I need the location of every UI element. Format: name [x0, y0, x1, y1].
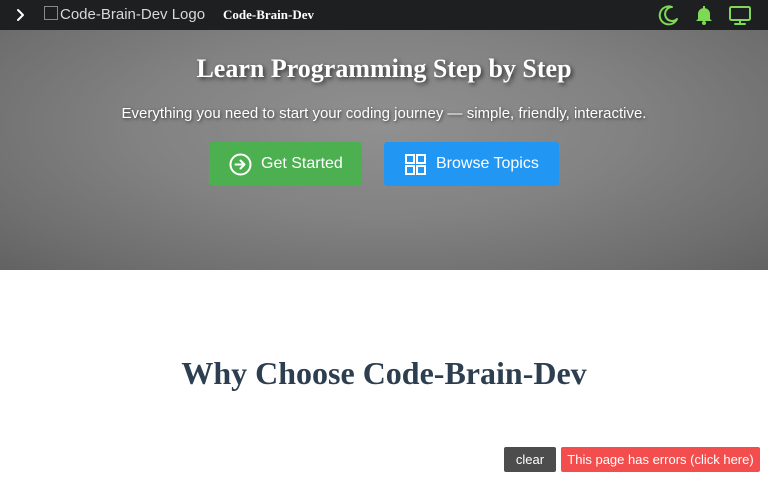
page-errors-button[interactable]: This page has errors (click here) — [561, 447, 760, 472]
top-navbar: Code-Brain-Dev Logo Code-Brain-Dev — [0, 0, 768, 30]
section-heading: Why Choose Code-Brain-Dev — [181, 355, 587, 391]
bell-icon[interactable] — [692, 4, 716, 26]
hero-subtitle: Everything you need to start your coding… — [121, 105, 647, 122]
brand-name[interactable]: Code-Brain-Dev — [223, 7, 314, 23]
hero-title: Learn Programming Step by Step — [196, 54, 572, 83]
browse-topics-button[interactable]: Browse Topics — [384, 142, 559, 186]
monitor-icon[interactable] — [728, 4, 752, 26]
moon-icon[interactable] — [656, 4, 680, 26]
get-started-button[interactable]: Get Started — [209, 142, 362, 186]
arrow-circle-right-icon — [229, 153, 252, 175]
broken-image-icon — [44, 6, 58, 20]
logo-alt-text: Code-Brain-Dev Logo — [60, 6, 206, 23]
get-started-label: Get Started — [261, 155, 343, 172]
logo-image[interactable]: Code-Brain-Dev Logo — [44, 6, 205, 23]
grid-icon — [405, 153, 426, 175]
browse-topics-label: Browse Topics — [436, 155, 539, 172]
hero-section: Learn Programming Step by Step Everythin… — [0, 30, 768, 270]
chevron-right-icon[interactable] — [10, 5, 30, 25]
clear-errors-button[interactable]: clear — [504, 447, 556, 472]
